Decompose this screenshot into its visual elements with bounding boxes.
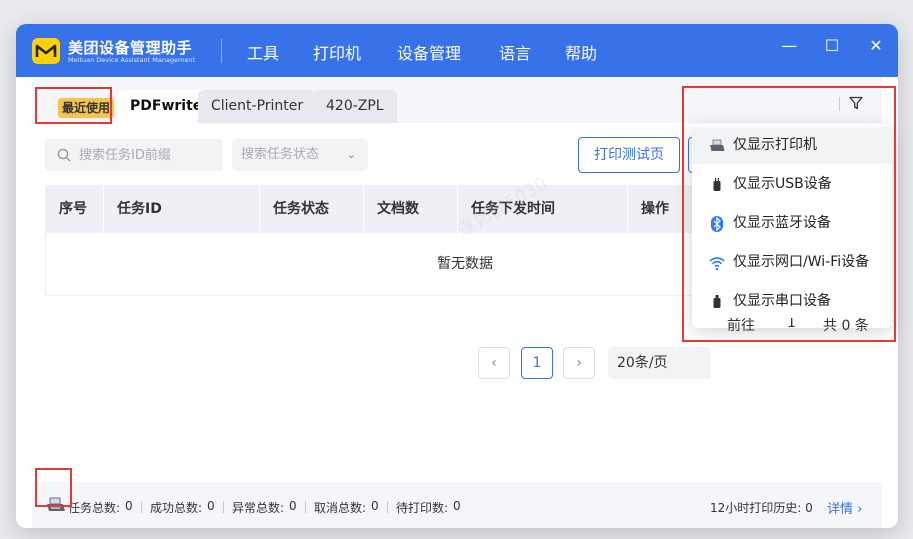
- filter-serial-only[interactable]: 仅显示串口设备: [692, 283, 892, 320]
- filter-label: 仅显示蓝牙设备: [733, 215, 831, 231]
- chevron-right-icon: ›: [857, 502, 863, 517]
- col-doc-count: 文档数: [377, 201, 419, 217]
- filter-network-wifi-only[interactable]: 仅显示网口/Wi-Fi设备: [692, 244, 892, 281]
- task-status-select[interactable]: 搜索任务状态 ⌄: [232, 139, 368, 171]
- goto-label: 前往: [727, 318, 755, 334]
- search-task-id[interactable]: [45, 139, 223, 171]
- tab-420-zpl[interactable]: 420-ZPL: [313, 90, 397, 123]
- app-name: 美团设备管理助手: [68, 39, 193, 57]
- filter-label: 仅显示打印机: [733, 137, 817, 153]
- minimize-button[interactable]: —: [775, 34, 803, 58]
- bluetooth-icon: [711, 216, 723, 232]
- column-divider: [627, 185, 628, 233]
- col-task-status: 任务状态: [273, 201, 329, 217]
- next-page-button[interactable]: ›: [563, 347, 595, 379]
- chevron-down-icon: ⌄: [346, 148, 356, 161]
- title-bar: 美团设备管理助手 Meituan Device Assistant Manage…: [16, 24, 898, 77]
- printer-tabs: 最近使用 PDFwriter Client-Printer 420-ZPL: [32, 77, 882, 124]
- total-tasks-label: 任务总数:: [68, 501, 121, 515]
- filter-printers-only[interactable]: 仅显示打印机: [692, 127, 892, 164]
- cancel-total-value: 0: [371, 499, 379, 513]
- page-size-select[interactable]: 20条/页: [608, 347, 711, 379]
- tab-client-printer[interactable]: Client-Printer: [198, 90, 317, 123]
- col-index: 序号: [59, 201, 87, 217]
- status-footer: 任务总数: 0 成功总数: 0 异常总数: 0 取消总数: 0 待打印数: 0 …: [32, 482, 882, 528]
- printer-icon: [47, 497, 65, 511]
- total-tasks-value: 0: [125, 499, 133, 513]
- device-filter-dropdown: 仅显示打印机 仅显示USB设备 仅显示蓝牙设备 仅显示网口/Wi-Fi设备 仅显…: [692, 124, 892, 328]
- column-divider: [363, 185, 364, 233]
- goto-page-input[interactable]: 1: [787, 318, 796, 331]
- menu-tools[interactable]: 工具: [247, 40, 279, 64]
- menu-help[interactable]: 帮助: [565, 40, 597, 64]
- stat-divider: [223, 501, 224, 513]
- cancel-total-label: 取消总数:: [314, 501, 367, 515]
- column-divider: [457, 185, 458, 233]
- filter-label: 仅显示网口/Wi-Fi设备: [733, 254, 870, 270]
- pending-total-label: 待打印数:: [396, 501, 449, 515]
- usb-icon: [713, 178, 721, 191]
- filter-usb-only[interactable]: 仅显示USB设备: [692, 166, 892, 203]
- filter-divider: [839, 97, 840, 111]
- menu-divider: [221, 39, 222, 63]
- error-total-label: 异常总数:: [232, 501, 285, 515]
- meituan-logo-icon: [35, 44, 57, 57]
- prev-page-button[interactable]: ‹: [478, 347, 510, 379]
- col-task-id: 任务ID: [117, 201, 162, 217]
- filter-label: 仅显示USB设备: [733, 176, 832, 192]
- filter-icon[interactable]: [849, 96, 863, 110]
- pending-total-value: 0: [453, 499, 461, 513]
- stat-divider: [305, 501, 306, 513]
- page-number[interactable]: 1: [521, 347, 553, 379]
- search-icon: [57, 148, 71, 162]
- success-total-label: 成功总数:: [150, 501, 203, 515]
- filter-bluetooth-only[interactable]: 仅显示蓝牙设备: [692, 205, 892, 242]
- print-history-label: 12小时打印历史: 0: [710, 501, 813, 515]
- success-total-value: 0: [207, 499, 215, 513]
- maximize-button[interactable]: ☐: [818, 34, 846, 58]
- app-name-en: Meituan Device Assistant Management: [68, 56, 196, 64]
- print-test-page-button[interactable]: 打印测试页: [578, 137, 680, 173]
- error-total-value: 0: [289, 499, 297, 513]
- recent-badge: 最近使用: [58, 98, 115, 118]
- stat-divider: [141, 501, 142, 513]
- menu-device-management[interactable]: 设备管理: [397, 40, 461, 64]
- meituan-logo: [32, 38, 60, 64]
- menu-printer[interactable]: 打印机: [313, 40, 361, 64]
- printer-icon: [710, 139, 725, 151]
- column-divider: [103, 185, 104, 233]
- pagination-goto: 前往 1 共 0 条: [713, 318, 893, 334]
- col-actions: 操作: [641, 201, 669, 217]
- wifi-icon: [709, 257, 725, 271]
- filter-label: 仅显示串口设备: [733, 293, 831, 309]
- serial-port-icon: [713, 295, 721, 308]
- total-count: 共 0 条: [823, 318, 869, 334]
- detail-link-label: 详情: [827, 502, 854, 517]
- close-button[interactable]: ✕: [862, 34, 890, 58]
- search-input[interactable]: [79, 139, 219, 171]
- menu-language[interactable]: 语言: [499, 40, 531, 64]
- column-divider: [259, 185, 260, 233]
- stat-divider: [387, 501, 388, 513]
- task-status-placeholder: 搜索任务状态: [241, 147, 320, 162]
- col-dispatch-time: 任务下发时间: [471, 201, 555, 217]
- detail-link[interactable]: 详情 ›: [827, 498, 862, 517]
